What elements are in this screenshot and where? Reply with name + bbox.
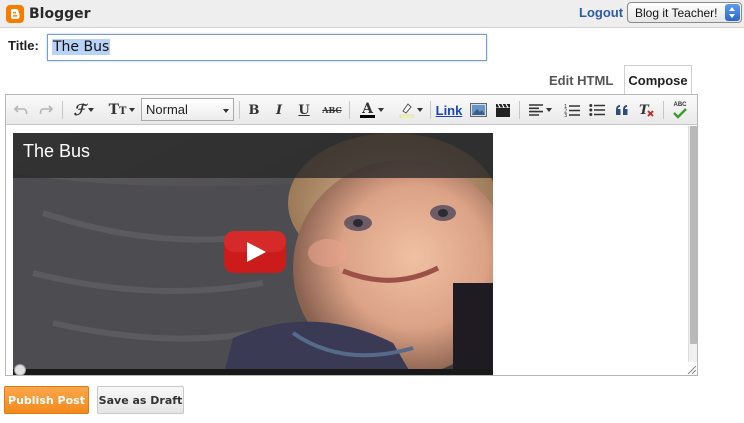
post-editor: ℱ TT Normal B I U ABC A Link 1 2 3 T ABC…: [5, 94, 698, 376]
editor-content-area[interactable]: The Bus: [6, 126, 687, 375]
play-icon[interactable]: [224, 231, 286, 273]
font-size-icon[interactable]: TT: [106, 101, 138, 119]
embedded-video[interactable]: The Bus: [13, 133, 493, 375]
save-draft-button[interactable]: Save as Draft: [97, 386, 184, 414]
redo-icon[interactable]: [37, 101, 55, 119]
toolbar-separator: [519, 101, 520, 119]
spellcheck-icon[interactable]: ABC: [669, 101, 691, 119]
post-title-value: The Bus: [52, 39, 111, 55]
italic-icon[interactable]: I: [271, 101, 287, 119]
video-title-bar: The Bus: [13, 133, 493, 178]
logout-link[interactable]: Logout: [579, 5, 623, 20]
video-scrubber-handle[interactable]: [14, 364, 26, 375]
publish-post-button[interactable]: Publish Post: [4, 386, 89, 414]
editor-toolbar: ℱ TT Normal B I U ABC A Link 1 2 3 T ABC: [6, 95, 697, 125]
toolbar-separator: [430, 101, 431, 119]
toolbar-separator: [663, 101, 664, 119]
bullet-list-icon[interactable]: [588, 101, 606, 119]
title-label: Title:: [8, 38, 39, 53]
text-color-icon[interactable]: A: [356, 101, 388, 119]
underline-icon[interactable]: U: [296, 101, 312, 119]
tab-compose[interactable]: Compose: [624, 65, 692, 95]
scrollbar-thumb[interactable]: [690, 126, 697, 344]
svg-text:3: 3: [564, 113, 567, 117]
top-bar: Blogger Logout Blog it Teacher!: [0, 0, 744, 28]
numbered-list-icon[interactable]: 123: [563, 101, 581, 119]
blog-selector[interactable]: Blog it Teacher!: [627, 2, 742, 23]
blockquote-icon[interactable]: [613, 101, 631, 119]
blog-selector-value: Blog it Teacher!: [635, 6, 718, 20]
video-progress-bar[interactable]: [13, 369, 493, 375]
chevron-down-icon: [223, 109, 229, 113]
paragraph-format-value: Normal: [146, 102, 188, 117]
brand-name: Blogger: [29, 6, 91, 22]
bold-icon[interactable]: B: [246, 101, 262, 119]
blogger-logo-icon[interactable]: [6, 5, 24, 23]
toolbar-separator: [62, 101, 63, 119]
toolbar-separator: [349, 101, 350, 119]
text-color-label: A: [360, 102, 375, 118]
paragraph-format-select[interactable]: Normal: [141, 98, 234, 121]
tab-edit-html[interactable]: Edit HTML: [549, 73, 613, 88]
video-title[interactable]: The Bus: [23, 141, 90, 162]
align-icon[interactable]: [525, 101, 555, 119]
select-stepper-icon[interactable]: [725, 4, 740, 21]
blogger-b-icon: [11, 9, 20, 19]
resize-handle-icon[interactable]: [685, 363, 697, 375]
remove-format-icon[interactable]: T: [638, 101, 656, 119]
link-button[interactable]: Link: [435, 101, 463, 119]
editor-scrollbar[interactable]: [688, 126, 697, 362]
video-icon[interactable]: [494, 101, 512, 119]
post-title-input[interactable]: The Bus: [47, 34, 487, 61]
font-family-icon[interactable]: ℱ: [68, 101, 100, 119]
toolbar-separator: [239, 101, 240, 119]
strikethrough-icon[interactable]: ABC: [320, 101, 344, 119]
highlight-icon[interactable]: [394, 101, 426, 119]
undo-icon[interactable]: [12, 101, 30, 119]
image-icon[interactable]: [469, 101, 487, 119]
